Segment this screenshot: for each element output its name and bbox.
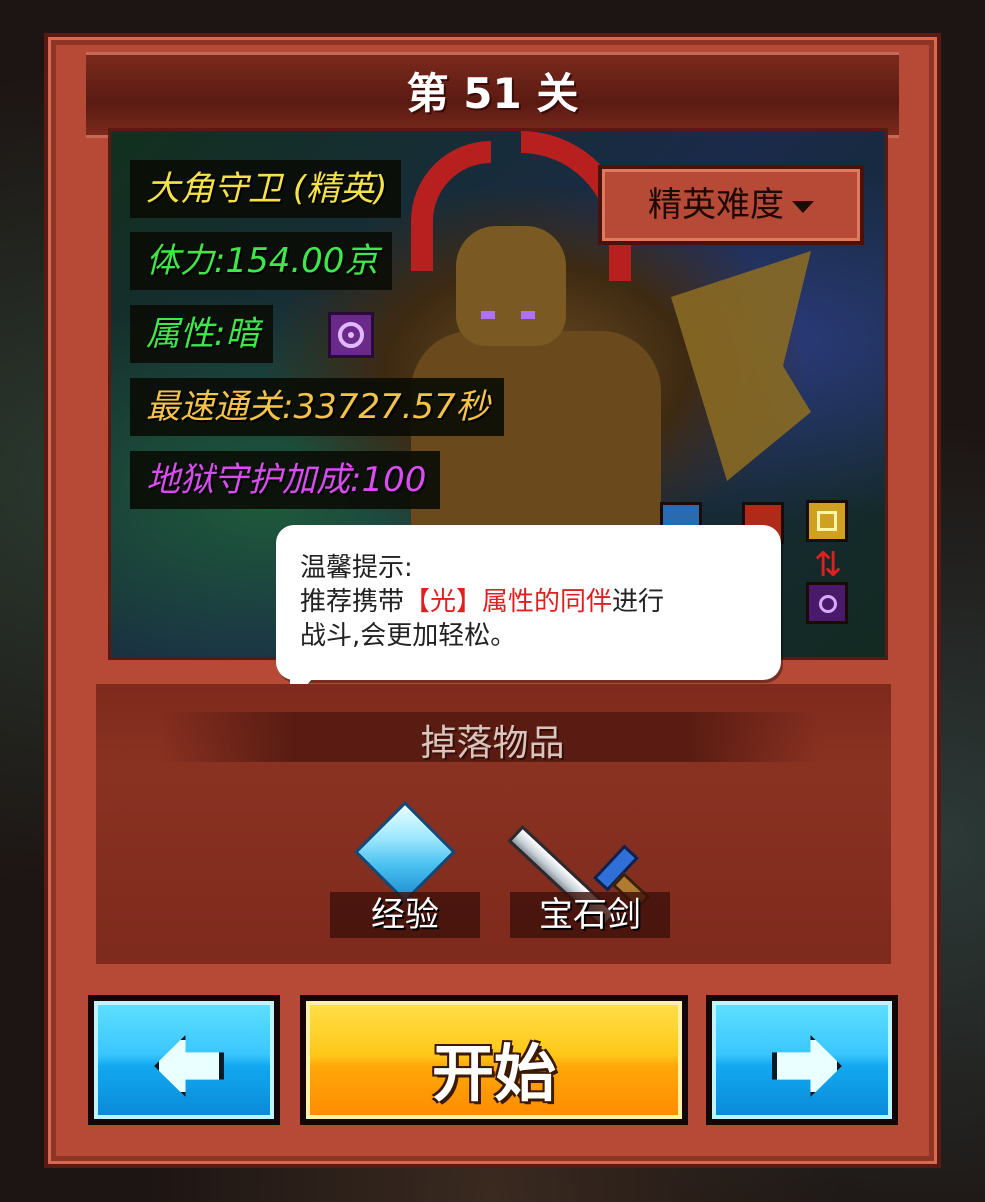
- light-attribute-icon: [806, 500, 848, 542]
- start-button-label: 开始: [431, 1037, 556, 1110]
- boss-head: [456, 226, 566, 346]
- drop-item-label: 宝石剑: [510, 892, 670, 938]
- crystal-shape: [354, 801, 456, 903]
- hint-line-2: 战斗,会更加轻松。: [300, 621, 517, 651]
- hint-highlight: 【光】属性的同伴: [404, 587, 613, 617]
- swap-arrows-icon: ⇅: [813, 545, 843, 585]
- boss-attribute: 属性:暗: [130, 305, 274, 363]
- next-stage-button[interactable]: [706, 995, 898, 1125]
- difficulty-dropdown[interactable]: 精英难度: [598, 165, 864, 245]
- hint-heading: 温馨提示:: [300, 553, 413, 583]
- chevron-down-icon: [792, 200, 814, 213]
- best-clear-time: 最速通关:33727.57秒: [130, 378, 504, 436]
- hint-text: 进行: [612, 587, 665, 617]
- difficulty-label: 精英难度: [648, 185, 784, 225]
- boss-hp: 体力:154.00京: [130, 232, 393, 290]
- drops-title: 掉落物品: [420, 723, 565, 764]
- hint-bubble: 温馨提示: 推荐携带【光】属性的同伴进行 战斗,会更加轻松。: [276, 525, 781, 680]
- hint-text: 推荐携带: [300, 587, 405, 617]
- arrow-right-icon: [772, 1035, 842, 1097]
- boss-name: 大角守卫 (精英): [130, 160, 402, 218]
- stage-title: 第 51 关: [406, 69, 579, 118]
- start-button[interactable]: 开始: [300, 995, 688, 1125]
- hell-guard-bonus: 地狱守护加成:100: [130, 451, 441, 509]
- boss-wing: [671, 251, 811, 481]
- arrow-left-icon: [154, 1035, 224, 1097]
- dark-attribute-icon: [806, 582, 848, 624]
- boss-eye: [481, 311, 495, 319]
- drop-item-label: 经验: [330, 892, 480, 938]
- hint-line-1: 推荐携带【光】属性的同伴进行: [300, 585, 759, 619]
- dark-attribute-icon: [328, 312, 374, 358]
- previous-stage-button[interactable]: [88, 995, 280, 1125]
- boss-eye: [521, 311, 535, 319]
